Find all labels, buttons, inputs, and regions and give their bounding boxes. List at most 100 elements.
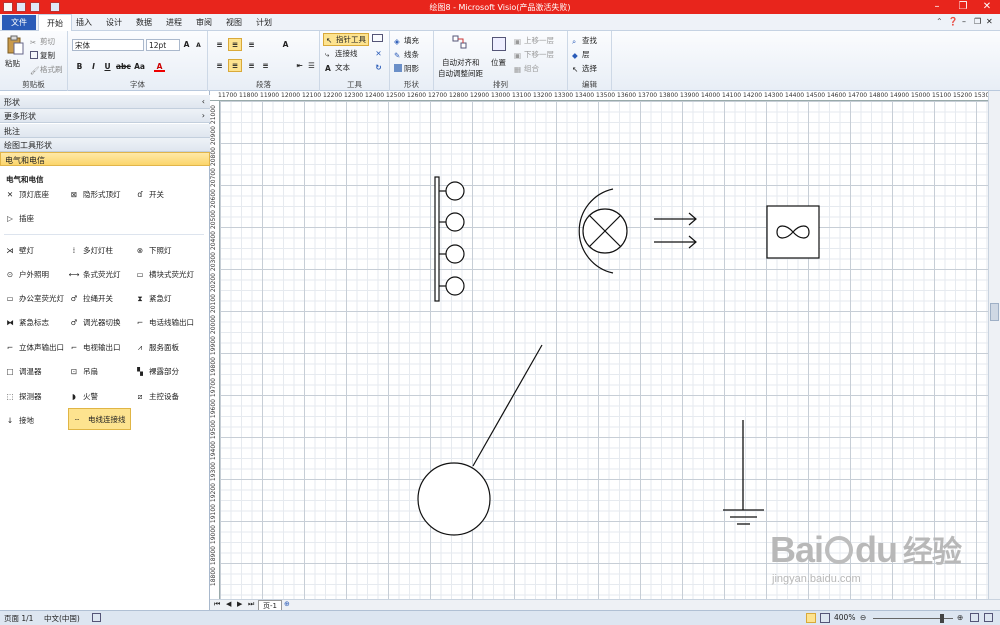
shape-item-selected[interactable]: ┄ 电线连接线 xyxy=(68,408,131,430)
justify-icon[interactable]: ≡ xyxy=(260,60,271,71)
tab-insert[interactable]: 插入 xyxy=(76,17,92,28)
insert-page-icon[interactable]: ⊕ xyxy=(284,600,290,608)
pull-switch-shape[interactable] xyxy=(417,344,543,536)
connection-point-icon[interactable]: ✕ xyxy=(373,48,384,59)
panel-header-electrical[interactable]: 电气和电信 xyxy=(0,152,210,166)
tab-home[interactable]: 开始 xyxy=(38,14,72,31)
tab-design[interactable]: 设计 xyxy=(106,17,122,28)
align-middle-icon[interactable]: ≡ xyxy=(228,38,242,51)
shape-item[interactable]: ♂ 调光器切换 xyxy=(68,311,134,333)
tab-review[interactable]: 审阅 xyxy=(196,17,212,28)
shape-item[interactable]: ♂ 拉绳开关 xyxy=(68,287,134,309)
text-tool-button[interactable]: A 文本 xyxy=(325,62,350,73)
collapse-ribbon-icon[interactable]: ⌃ xyxy=(936,17,943,26)
shape-item[interactable]: ⌐ 电话线输出口 xyxy=(134,311,200,333)
zoom-slider-thumb[interactable] xyxy=(940,614,944,623)
shape-item[interactable]: ▚ 裸露部分 xyxy=(134,360,200,382)
shadow-button[interactable]: 阴影 xyxy=(394,63,419,74)
rotate-icon[interactable]: ↻ xyxy=(373,62,384,73)
shape-item[interactable]: □ 调温器 xyxy=(4,360,70,382)
shape-item[interactable]: ⟷ 条式荧光灯 xyxy=(68,263,134,285)
vertical-scroll-thumb[interactable] xyxy=(990,303,999,321)
help-icon[interactable]: ❓ xyxy=(948,17,958,26)
shape-item[interactable]: ⌐ 立体声输出口 xyxy=(4,336,70,358)
panel-header-drawing-tools[interactable]: 绘图工具形状 xyxy=(0,138,210,152)
line-button[interactable]: ✎ 线条 xyxy=(394,49,419,60)
shrink-font-icon[interactable]: A xyxy=(193,40,204,51)
prev-page-icon[interactable]: ◀ xyxy=(226,600,231,608)
auto-align-button[interactable]: 自动对齐和 xyxy=(442,57,480,68)
page-indicator[interactable]: 页面 1/1 xyxy=(4,613,33,624)
infinity-box-shape[interactable] xyxy=(766,205,820,259)
macro-icon[interactable] xyxy=(92,613,101,622)
rectangle-tool-icon[interactable] xyxy=(372,34,383,42)
pointer-tool-button[interactable]: ↖ 指针工具 xyxy=(323,33,369,46)
position-button[interactable]: 位置 xyxy=(491,57,506,68)
case-icon[interactable]: Aa xyxy=(134,61,145,72)
strikethrough-icon[interactable]: abc xyxy=(116,61,131,72)
font-color-icon[interactable]: A xyxy=(154,61,165,72)
drawing-canvas[interactable] xyxy=(220,101,988,599)
underline-icon[interactable]: U xyxy=(102,61,113,72)
send-backward-button[interactable]: ▣ 下移一层 xyxy=(514,49,554,60)
auto-align-icon[interactable] xyxy=(452,35,468,49)
shape-item[interactable]: ⧄ 主控设备 xyxy=(134,385,200,407)
switch-window-icon[interactable] xyxy=(984,613,993,622)
tab-plan[interactable]: 计划 xyxy=(256,17,272,28)
fit-page-icon[interactable] xyxy=(806,613,816,623)
doc-close-icon[interactable]: ✕ xyxy=(986,17,993,26)
shape-item[interactable]: ⧓ 紧急标志 xyxy=(4,311,70,333)
group-button[interactable]: ▦ 组合 xyxy=(514,63,539,74)
align-bottom-icon[interactable]: ≡ xyxy=(246,39,257,50)
auto-space-button[interactable]: 自动调整间距 xyxy=(438,68,483,79)
restore-icon[interactable]: ❐ xyxy=(950,0,976,14)
shape-item[interactable]: ✕ 顶灯底座 xyxy=(4,183,70,205)
shape-item[interactable]: ▭ 办公室荧光灯 xyxy=(4,287,70,309)
font-name-select[interactable]: 宋体 xyxy=(72,39,144,51)
tab-process[interactable]: 进程 xyxy=(166,17,182,28)
shape-item[interactable]: ⋊ 壁灯 xyxy=(4,239,70,261)
shape-item[interactable]: ɗ 开关 xyxy=(134,183,200,205)
doc-restore-icon[interactable]: ❐ xyxy=(974,17,981,26)
italic-icon[interactable]: I xyxy=(88,61,99,72)
position-icon[interactable] xyxy=(492,37,506,51)
minimize-icon[interactable]: – xyxy=(924,0,950,14)
bullets-icon[interactable]: ☰ xyxy=(306,60,317,71)
text-angle-icon[interactable]: A xyxy=(280,39,291,50)
light-with-arrows-shape[interactable] xyxy=(578,188,697,274)
next-page-icon[interactable]: ▶ xyxy=(237,600,242,608)
format-painter-button[interactable]: 🖌格式刷 xyxy=(30,64,63,75)
fit-window-icon[interactable] xyxy=(970,613,979,622)
shape-item[interactable]: ▭ 横块式荧光灯 xyxy=(134,263,200,285)
bold-icon[interactable]: B xyxy=(74,61,85,72)
shape-item[interactable]: ⊗ 下照灯 xyxy=(134,239,200,261)
shape-item[interactable]: ⌐ 电视输出口 xyxy=(68,336,134,358)
collapse-panel-icon[interactable]: ‹ xyxy=(202,97,205,106)
grow-font-icon[interactable]: A xyxy=(181,39,192,50)
align-center-icon[interactable]: ≡ xyxy=(228,59,242,72)
paste-icon[interactable] xyxy=(6,35,24,55)
shape-item[interactable]: ⊡ 吊扇 xyxy=(68,360,134,382)
zoom-in-icon[interactable]: ⊕ xyxy=(957,613,963,622)
decrease-indent-icon[interactable]: ⇤ xyxy=(294,60,305,71)
close-icon[interactable]: ✕ xyxy=(974,0,1000,14)
bring-forward-button[interactable]: ▣ 上移一层 xyxy=(514,35,554,46)
shape-item[interactable]: ⁞ 多灯灯柱 xyxy=(68,239,134,261)
tab-view[interactable]: 视图 xyxy=(226,17,242,28)
zoom-out-icon[interactable]: ⊖ xyxy=(860,613,866,622)
shape-item[interactable]: ⩘ 服务面板 xyxy=(134,336,200,358)
full-screen-icon[interactable] xyxy=(820,613,830,623)
last-page-icon[interactable]: ⏭ xyxy=(248,600,254,609)
find-button[interactable]: ⌕ 查找 xyxy=(572,35,597,46)
align-right-icon[interactable]: ≡ xyxy=(246,60,257,71)
copy-button[interactable]: 复制 xyxy=(30,50,55,61)
fill-button[interactable]: ◈ 填充 xyxy=(394,35,419,46)
align-top-icon[interactable]: ≡ xyxy=(214,39,225,50)
font-size-select[interactable]: 12pt xyxy=(146,39,180,51)
shape-item[interactable]: ◗ 火警 xyxy=(68,385,134,407)
panel-header-more-shapes[interactable]: 更多形状 › xyxy=(0,109,210,123)
vertical-scrollbar[interactable] xyxy=(988,91,1000,599)
ground-symbol-shape[interactable] xyxy=(723,420,764,525)
multi-light-post-shape[interactable] xyxy=(434,176,465,302)
shape-item[interactable]: ▷ 插座 xyxy=(4,207,70,229)
